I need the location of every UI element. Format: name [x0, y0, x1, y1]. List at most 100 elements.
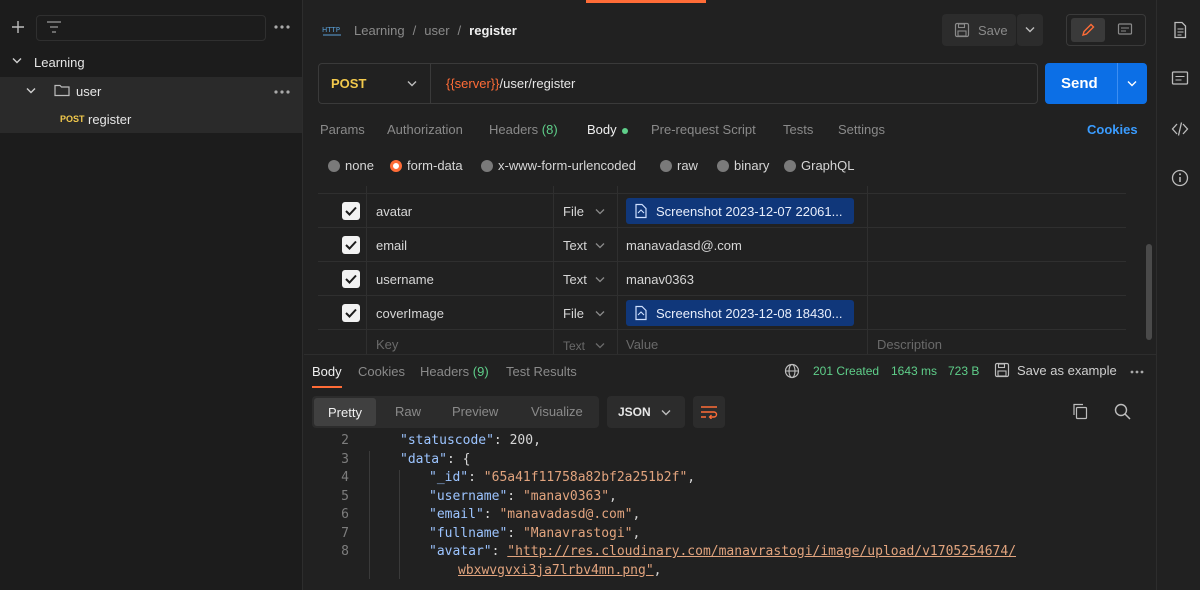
value-input[interactable]: Value: [626, 337, 658, 352]
status-code[interactable]: 201 Created: [813, 364, 879, 378]
avatar-url-link[interactable]: "http://res.cloudinary.com/manavrastogi/…: [507, 544, 1016, 559]
chevron-down-icon[interactable]: [595, 276, 605, 284]
row-value[interactable]: manavadasd@.com: [626, 238, 742, 253]
table-row: email Text manavadasd@.com: [318, 228, 1126, 262]
save-icon: [954, 22, 970, 38]
main-panel: HTTP Learning / user / register Save POS…: [304, 0, 1156, 590]
filter-icon[interactable]: [46, 20, 62, 34]
table-row: username Text manav0363: [318, 262, 1126, 296]
view-raw[interactable]: Raw: [395, 404, 421, 419]
more-icon[interactable]: [274, 24, 290, 30]
comments-icon[interactable]: [1171, 70, 1189, 88]
radio-raw[interactable]: raw: [660, 158, 698, 173]
globe-icon[interactable]: [784, 363, 800, 379]
radio-urlencoded[interactable]: x-www-form-urlencoded: [481, 158, 636, 173]
sidebar-search-input[interactable]: [36, 15, 266, 41]
resp-tab-cookies[interactable]: Cookies: [358, 364, 405, 379]
key-input[interactable]: Key: [376, 337, 398, 352]
tree-request-register[interactable]: POST register: [0, 105, 302, 133]
more-icon[interactable]: [1130, 369, 1144, 375]
table-row: avatar File Screenshot 2023-12-07 22061.…: [318, 194, 1126, 228]
plus-icon[interactable]: [10, 19, 26, 35]
svg-text:HTTP: HTTP: [322, 26, 340, 34]
collection-label: Learning: [34, 54, 85, 70]
chevron-down-icon[interactable]: [595, 310, 605, 318]
resp-tab-headers[interactable]: Headers (9): [420, 364, 489, 379]
breadcrumb-current: register: [469, 23, 517, 38]
avatar-url-link-cont[interactable]: wbxwvgvxi3ja7lrbv4mn.png": [458, 563, 654, 578]
response-size[interactable]: 723 B: [948, 364, 979, 378]
row-value[interactable]: manav0363: [626, 272, 694, 287]
send-button[interactable]: Send: [1045, 63, 1147, 104]
table-scrollbar[interactable]: [1146, 244, 1152, 340]
chevron-down-icon[interactable]: [595, 342, 605, 350]
tree-folder-user[interactable]: user: [0, 77, 302, 105]
row-checkbox[interactable]: [342, 202, 360, 220]
tab-prerequest-script[interactable]: Pre-request Script: [651, 122, 756, 137]
type-select[interactable]: Text: [563, 339, 585, 353]
copy-icon[interactable]: [1072, 403, 1088, 420]
url-input[interactable]: {{server}}/user/register: [446, 76, 575, 91]
breadcrumb: Learning / user / register: [354, 23, 517, 38]
more-icon[interactable]: [274, 89, 290, 95]
tab-settings[interactable]: Settings: [838, 122, 885, 137]
row-checkbox[interactable]: [342, 304, 360, 322]
tab-body[interactable]: Body: [587, 122, 628, 137]
view-pretty[interactable]: Pretty: [314, 398, 376, 426]
format-select[interactable]: JSON: [607, 396, 685, 428]
row-key[interactable]: email: [376, 238, 407, 253]
radio-binary[interactable]: binary: [717, 158, 769, 173]
comment-icon: [1117, 22, 1133, 38]
chevron-down-icon[interactable]: [1127, 80, 1137, 88]
radio-form-data[interactable]: form-data: [390, 158, 463, 173]
radio-graphql[interactable]: GraphQL: [784, 158, 854, 173]
row-checkbox[interactable]: [342, 270, 360, 288]
file-chip[interactable]: Screenshot 2023-12-08 18430...: [626, 300, 854, 326]
view-preview[interactable]: Preview: [452, 404, 498, 419]
row-key[interactable]: coverImage: [376, 306, 444, 321]
chevron-down-icon[interactable]: [595, 242, 605, 250]
resp-tab-body[interactable]: Body: [312, 364, 342, 388]
file-chip[interactable]: Screenshot 2023-12-07 22061...: [626, 198, 854, 224]
edit-mode-button[interactable]: [1071, 18, 1105, 42]
tab-tests[interactable]: Tests: [783, 122, 813, 137]
url-path: /user/register: [499, 76, 576, 91]
method-select[interactable]: POST: [319, 64, 431, 103]
search-icon[interactable]: [1114, 403, 1131, 420]
code-icon[interactable]: [1171, 120, 1189, 138]
folder-label: user: [76, 83, 102, 99]
tab-authorization[interactable]: Authorization: [387, 122, 463, 137]
row-type[interactable]: File: [563, 204, 584, 219]
documentation-icon[interactable]: [1171, 21, 1189, 39]
tab-headers[interactable]: Headers (8): [489, 122, 558, 137]
resp-tab-test-results[interactable]: Test Results: [506, 364, 577, 379]
tree-collection-learning[interactable]: Learning: [0, 48, 302, 76]
chevron-down-icon[interactable]: [595, 208, 605, 216]
comments-mode-button[interactable]: [1109, 18, 1141, 42]
request-label: register: [88, 111, 132, 127]
response-code-view[interactable]: 2 "statuscode": 200, 3 "data": { 4 "_id": "…: [304, 433, 1146, 579]
tab-params[interactable]: Params: [320, 122, 365, 137]
info-icon[interactable]: [1171, 169, 1189, 187]
cookies-link[interactable]: Cookies: [1087, 122, 1138, 137]
wrap-lines-button[interactable]: [693, 396, 725, 428]
folder-icon: [54, 83, 70, 97]
response-time[interactable]: 1643 ms: [891, 364, 937, 378]
method-badge: POST: [60, 114, 85, 124]
row-key[interactable]: avatar: [376, 204, 412, 219]
save-dropdown-button[interactable]: [1017, 14, 1043, 46]
breadcrumb-folder[interactable]: user: [424, 23, 449, 38]
row-type[interactable]: Text: [563, 272, 587, 287]
description-input[interactable]: Description: [877, 337, 942, 352]
row-type[interactable]: File: [563, 306, 584, 321]
radio-none[interactable]: none: [328, 158, 374, 173]
view-visualize[interactable]: Visualize: [531, 404, 583, 419]
sidebar-toolbar: [0, 0, 302, 54]
row-checkbox[interactable]: [342, 236, 360, 254]
save-button[interactable]: Save: [942, 14, 1016, 46]
row-key[interactable]: username: [376, 272, 434, 287]
breadcrumb-root[interactable]: Learning: [354, 23, 405, 38]
row-type[interactable]: Text: [563, 238, 587, 253]
save-as-example-button[interactable]: Save as example: [994, 362, 1117, 378]
body-active-dot: [621, 127, 628, 134]
